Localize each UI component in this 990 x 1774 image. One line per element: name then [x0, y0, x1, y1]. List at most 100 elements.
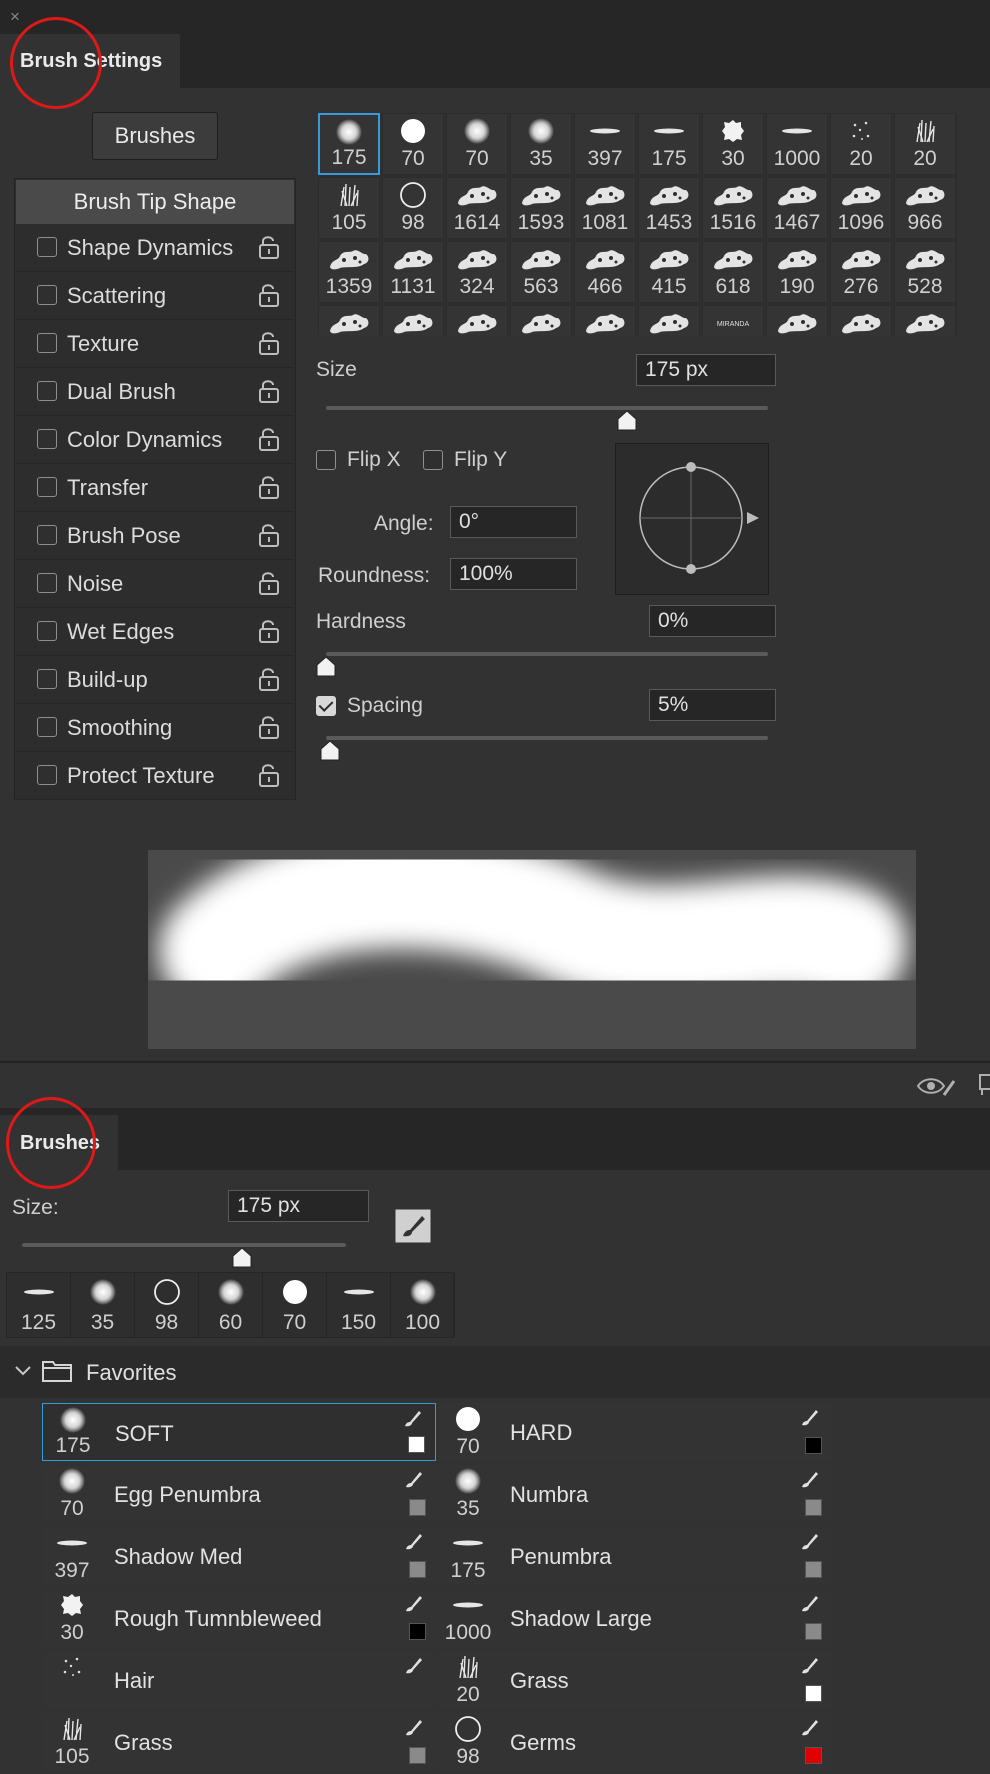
brush-tip-logo-brush-icon[interactable]: MIRANDAM) [702, 305, 764, 335]
brush-tip-cloud-brush-icon[interactable]: 528 [894, 241, 956, 303]
recent-brush-preset[interactable]: 60 [199, 1273, 263, 1337]
brush-item[interactable]: 70 Egg Penumbra [42, 1465, 436, 1523]
lock-icon[interactable] [258, 666, 280, 692]
brush-tip-flat-brush-icon[interactable]: 397 [574, 113, 636, 175]
brush-tip-rough-brush-icon[interactable]: 30 [702, 113, 764, 175]
brush-item[interactable]: 70 HARD [438, 1403, 832, 1461]
brush-item[interactable]: 175 SOFT [42, 1403, 436, 1461]
brush-tip-grass-brush-icon[interactable]: 20 [894, 113, 956, 175]
brush-item[interactable]: 35 Numbra [438, 1465, 832, 1523]
lock-icon[interactable] [258, 234, 280, 260]
brush-tip-cloud-brush-icon[interactable] [574, 305, 636, 335]
brush-tip-shape-item[interactable]: Brush Tip Shape [16, 180, 294, 224]
lock-icon[interactable] [258, 714, 280, 740]
option-checkbox[interactable] [37, 717, 57, 737]
recent-brush-preset[interactable]: 125 [7, 1273, 71, 1337]
brush-tip-cloud-brush-icon[interactable] [638, 305, 700, 335]
brush-tip-cloud-brush-icon[interactable]: 276 [830, 241, 892, 303]
brush-option-protect-texture[interactable]: Protect Texture [16, 752, 294, 800]
brush-item[interactable]: Hair [42, 1651, 436, 1709]
brush-options-icon[interactable] [395, 1209, 431, 1243]
brush-tip-cloud-brush-icon[interactable]: 1096 [830, 177, 892, 239]
lock-icon[interactable] [258, 378, 280, 404]
brush-tip-flat-brush-icon[interactable]: 175 [638, 113, 700, 175]
brushes-button[interactable]: Brushes [92, 112, 218, 160]
brush-tip-ring-brush-icon[interactable]: 98 [382, 177, 444, 239]
brush-option-brush-pose[interactable]: Brush Pose [16, 512, 294, 560]
lock-icon[interactable] [258, 330, 280, 356]
spacing-slider-track[interactable] [326, 736, 768, 740]
spacing-field[interactable]: 5% [649, 689, 776, 721]
brush-tip-cloud-brush-icon[interactable]: 324 [446, 241, 508, 303]
close-icon[interactable]: × [10, 8, 20, 25]
brush-tip-cloud-brush-icon[interactable] [766, 305, 828, 335]
recent-brush-preset[interactable]: 70 [263, 1273, 327, 1337]
brush-option-build-up[interactable]: Build-up [16, 656, 294, 704]
brush-tip-soft-round-brush-icon[interactable]: 35 [510, 113, 572, 175]
option-checkbox[interactable] [37, 573, 57, 593]
brush-option-transfer[interactable]: Transfer [16, 464, 294, 512]
option-checkbox[interactable] [37, 669, 57, 689]
option-checkbox[interactable] [37, 285, 57, 305]
option-checkbox[interactable] [37, 765, 57, 785]
brush-tip-grass-brush-icon[interactable]: 105 [318, 177, 380, 239]
brush-tip-soft-round-brush-icon[interactable]: 70 [446, 113, 508, 175]
brush-tip-cloud-brush-icon[interactable]: 1359 [318, 241, 380, 303]
option-checkbox[interactable] [37, 429, 57, 449]
size-slider-thumb[interactable] [616, 410, 638, 432]
brush-tip-cloud-brush-icon[interactable]: 1131 [382, 241, 444, 303]
chevron-down-icon[interactable] [14, 1364, 32, 1378]
brush-option-smoothing[interactable]: Smoothing [16, 704, 294, 752]
option-checkbox[interactable] [37, 525, 57, 545]
brush-item[interactable]: 105 Grass [42, 1713, 436, 1771]
spacing-checkbox[interactable] [316, 696, 336, 716]
option-checkbox[interactable] [37, 237, 57, 257]
brush-tip-cloud-brush-icon[interactable] [830, 305, 892, 335]
brush-tip-cloud-brush-icon[interactable]: 1081 [574, 177, 636, 239]
brush-item[interactable]: 20 Grass [438, 1651, 832, 1709]
brush-option-noise[interactable]: Noise [16, 560, 294, 608]
recent-brush-preset[interactable]: 35 [71, 1273, 135, 1337]
size-slider-track[interactable] [326, 406, 768, 410]
lock-icon[interactable] [258, 570, 280, 596]
brush-item[interactable]: 1000 Shadow Large [438, 1589, 832, 1647]
roundness-field[interactable]: 100% [450, 558, 577, 590]
hardness-field[interactable]: 0% [649, 605, 776, 637]
lock-icon[interactable] [258, 474, 280, 500]
flip-y-checkbox[interactable] [423, 450, 443, 470]
spacing-slider-thumb[interactable] [319, 740, 341, 762]
brush-tip-cloud-brush-icon[interactable]: 618 [702, 241, 764, 303]
brush-tip-cloud-brush-icon[interactable]: 466 [574, 241, 636, 303]
brush-tip-cloud-brush-icon[interactable]: 1453 [638, 177, 700, 239]
brush-item[interactable]: 30 Rough Tumnbleweed [42, 1589, 436, 1647]
lock-icon[interactable] [258, 618, 280, 644]
brush-tip-dots-brush-icon[interactable]: 20 [830, 113, 892, 175]
brush-option-color-dynamics[interactable]: Color Dynamics [16, 416, 294, 464]
brush-tip-cloud-brush-icon[interactable] [318, 305, 380, 335]
brush-tip-cloud-brush-icon[interactable]: 1516 [702, 177, 764, 239]
brush-item[interactable]: 175 Penumbra [438, 1527, 832, 1585]
lock-icon[interactable] [258, 522, 280, 548]
brush-option-wet-edges[interactable]: Wet Edges [16, 608, 294, 656]
toggle-preview-eye-icon[interactable] [916, 1073, 956, 1099]
option-checkbox[interactable] [37, 381, 57, 401]
brush-tip-cloud-brush-icon[interactable]: 190 [766, 241, 828, 303]
recent-brush-preset[interactable]: 100 [391, 1273, 455, 1337]
lock-icon[interactable] [258, 282, 280, 308]
brush-tip-cloud-brush-icon[interactable]: 1614 [446, 177, 508, 239]
angle-roundness-widget[interactable] [615, 443, 769, 595]
brush-item[interactable]: 397 Shadow Med [42, 1527, 436, 1585]
angle-field[interactable]: 0° [450, 506, 577, 538]
option-checkbox[interactable] [37, 477, 57, 497]
brush-tip-cloud-brush-icon[interactable] [510, 305, 572, 335]
hardness-slider-thumb[interactable] [315, 656, 337, 678]
brush-tip-soft-round-brush-icon[interactable]: 175 [318, 113, 380, 175]
brush-tip-cloud-brush-icon[interactable]: 966 [894, 177, 956, 239]
option-checkbox[interactable] [37, 333, 57, 353]
brush-tip-cloud-brush-icon[interactable] [382, 305, 444, 335]
recent-brush-preset[interactable]: 150 [327, 1273, 391, 1337]
brushes-size-slider-track[interactable] [22, 1243, 346, 1247]
brush-tip-cloud-brush-icon[interactable]: 563 [510, 241, 572, 303]
brushes-size-slider-thumb[interactable] [231, 1247, 253, 1269]
brushes-size-field[interactable]: 175 px [228, 1190, 369, 1222]
